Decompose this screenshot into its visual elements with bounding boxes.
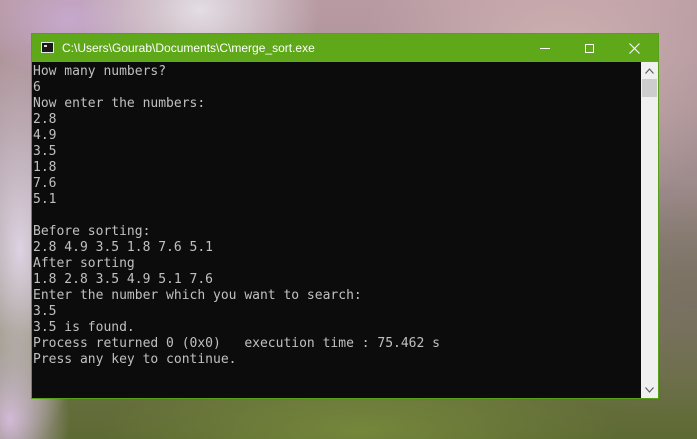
console-line: 2.8 4.9 3.5 1.8 7.6 5.1 <box>33 240 214 255</box>
vertical-scrollbar[interactable] <box>641 62 658 398</box>
console-line: Before sorting: <box>33 224 151 239</box>
window-title: C:\Users\Gourab\Documents\C\merge_sort.e… <box>62 41 315 55</box>
close-icon <box>629 42 640 54</box>
console-line: 1.8 2.8 3.5 4.9 5.1 7.6 <box>33 272 214 287</box>
maximize-icon <box>585 43 594 53</box>
console-line: 3.5 <box>33 144 57 159</box>
console-line: Now enter the numbers: <box>33 96 206 111</box>
console-window[interactable]: C:\Users\Gourab\Documents\C\merge_sort.e… <box>31 33 659 399</box>
maximize-button[interactable] <box>567 34 612 62</box>
title-bar[interactable]: C:\Users\Gourab\Documents\C\merge_sort.e… <box>32 34 658 62</box>
scroll-down-arrow-icon <box>645 386 654 393</box>
scroll-up-button[interactable] <box>641 62 658 79</box>
minimize-button[interactable] <box>522 34 567 62</box>
console-line: 4.9 <box>33 128 57 143</box>
console-line: 3.5 is found. <box>33 320 135 335</box>
console-line: Enter the number which you want to searc… <box>33 288 362 303</box>
console-line: 5.1 <box>33 192 57 207</box>
console-line: After sorting <box>33 256 135 271</box>
console-line: Process returned 0 (0x0) execution time … <box>33 336 440 351</box>
console-line: 3.5 <box>33 304 57 319</box>
console-app-icon[interactable] <box>41 42 54 53</box>
desktop-background: C:\Users\Gourab\Documents\C\merge_sort.e… <box>0 0 697 439</box>
scroll-down-button[interactable] <box>641 381 658 398</box>
console-output[interactable]: How many numbers? 6 Now enter the number… <box>32 62 641 398</box>
console-line: How many numbers? <box>33 64 167 79</box>
close-button[interactable] <box>612 34 657 62</box>
minimize-icon <box>539 47 550 49</box>
scrollbar-thumb[interactable] <box>642 79 657 97</box>
console-line: 2.8 <box>33 112 57 127</box>
console-line: 6 <box>33 80 41 95</box>
console-line: Press any key to continue. <box>33 352 237 367</box>
console-line: 7.6 <box>33 176 57 191</box>
scroll-up-arrow-icon <box>645 67 654 74</box>
console-line: 1.8 <box>33 160 57 175</box>
